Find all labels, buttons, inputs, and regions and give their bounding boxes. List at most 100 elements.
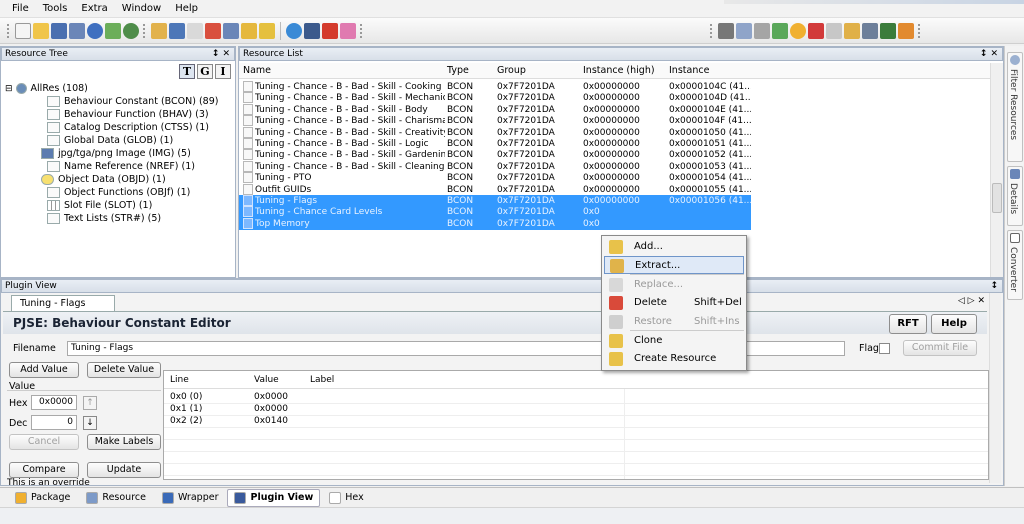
help-button[interactable]: Help: [931, 314, 977, 334]
resource-row[interactable]: Tuning - Chance - B - Bad - Skill - Mech…: [239, 92, 751, 104]
clone-icon[interactable]: [223, 22, 239, 39]
tab-filter-resources[interactable]: Filter Resources: [1007, 52, 1023, 162]
panel-pin-close-controls[interactable]: ↕ ✕: [212, 48, 234, 60]
context-menu-item-replace[interactable]: Replace...: [604, 276, 744, 294]
smiley-icon[interactable]: [790, 22, 806, 39]
collapse-icon[interactable]: ⊟: [5, 84, 13, 94]
toolbar-grip[interactable]: [143, 23, 147, 38]
toolbar-grip[interactable]: [918, 23, 922, 38]
tree-node[interactable]: Behaviour Constant (BCON) (89): [47, 96, 218, 107]
delete-value-button[interactable]: Delete Value: [87, 362, 161, 378]
save-icon[interactable]: [51, 22, 67, 39]
grid-row[interactable]: 0x2 (2) 0x0140: [164, 415, 988, 427]
resource-row[interactable]: Tuning - Flags BCON 0x7F7201DA 0x00000000 0x…: [239, 195, 751, 207]
compare-icon[interactable]: [754, 22, 770, 39]
rft-button[interactable]: RFT: [889, 314, 927, 334]
make-labels-button[interactable]: Make Labels: [87, 434, 161, 450]
context-menu-item-clone[interactable]: Clone: [604, 332, 744, 350]
gear-icon[interactable]: [123, 22, 139, 39]
delete-icon[interactable]: [205, 22, 221, 39]
users-icon[interactable]: [880, 22, 896, 39]
menu-extra[interactable]: Extra: [75, 3, 115, 14]
context-menu-item-add[interactable]: Add...: [604, 238, 744, 256]
tab-nav-controls[interactable]: ◁ ▷ ✕: [958, 296, 985, 306]
eraser-icon[interactable]: [340, 22, 356, 39]
column-group[interactable]: Group: [497, 65, 526, 76]
resource-row[interactable]: Tuning - Chance - B - Bad - Skill - Crea…: [239, 126, 751, 139]
edit-icon[interactable]: [241, 22, 257, 39]
column-name[interactable]: Name: [243, 65, 271, 76]
instance-toggle-button[interactable]: I: [215, 64, 231, 79]
tree-node[interactable]: Global Data (GLOB) (1): [47, 135, 173, 146]
cut-icon[interactable]: [826, 22, 842, 39]
open-folder-icon[interactable]: [33, 22, 49, 39]
view-icon[interactable]: [187, 22, 203, 39]
grid-column-line[interactable]: Line: [170, 375, 189, 385]
add-value-button[interactable]: Add Value: [9, 362, 79, 378]
tree-node[interactable]: Object Functions (OBJf) (1): [47, 187, 190, 198]
resource-list-scrollbar[interactable]: [990, 63, 1003, 277]
menu-tools[interactable]: Tools: [37, 3, 76, 14]
resource-row[interactable]: Tuning - Chance Card Levels BCON 0x7F7201D…: [239, 206, 751, 219]
tree-node[interactable]: Slot File (SLOT) (1): [47, 200, 152, 211]
tree-node[interactable]: jpg/tga/png Image (IMG) (5): [41, 148, 191, 159]
new-icon[interactable]: [15, 22, 31, 39]
tab-details[interactable]: Details: [1007, 166, 1023, 226]
grid-row[interactable]: 0x0 (0) 0x0000: [164, 391, 988, 403]
hex-input[interactable]: 0x0000: [31, 395, 77, 410]
import-icon[interactable]: [151, 22, 167, 39]
column-type[interactable]: Type: [447, 65, 469, 76]
resource-row[interactable]: Tuning - Chance - B - Bad - Skill - Char…: [239, 115, 751, 127]
compare-button[interactable]: Compare: [9, 462, 79, 478]
document-icon[interactable]: [736, 22, 752, 39]
context-menu-item-create-resource[interactable]: Create Resource: [604, 350, 744, 368]
flag-checkbox[interactable]: [879, 343, 890, 354]
document-tab-tuning-flags[interactable]: Tuning - Flags: [11, 295, 115, 311]
plugin-view-scrollbar[interactable]: [989, 293, 1001, 483]
resource-row[interactable]: Tuning - PTO BCON 0x7F7201DA 0x00000000 0x00…: [239, 172, 751, 184]
image-icon[interactable]: [862, 22, 878, 39]
note-icon[interactable]: [259, 22, 275, 39]
panel-pin-close-controls[interactable]: ↕ ✕: [980, 48, 1002, 60]
dec-down-icon[interactable]: ↓: [83, 416, 97, 430]
context-menu-item-restore[interactable]: Restore Shift+Ins: [604, 313, 744, 331]
toolbar-grip[interactable]: [710, 23, 714, 38]
toolbar-grip[interactable]: [360, 23, 364, 38]
tab-converter[interactable]: Converter: [1007, 230, 1023, 300]
bottom-tab-wrapper[interactable]: Wrapper: [155, 489, 226, 507]
grid-column-value[interactable]: Value: [254, 375, 279, 385]
column-instance-high[interactable]: Instance (high): [583, 65, 655, 76]
hex-up-icon[interactable]: ↑: [83, 396, 97, 410]
commit-file-button[interactable]: Commit File: [903, 340, 977, 356]
grid-column-label[interactable]: Label: [310, 375, 334, 385]
tree-node-allres[interactable]: ⊟ AllRes (108): [5, 83, 88, 94]
resource-row[interactable]: Tuning - Chance - B - Bad - Skill - Body…: [239, 103, 751, 116]
tree-node[interactable]: Behaviour Function (BHAV) (3): [47, 109, 209, 120]
globe-icon[interactable]: [87, 22, 103, 39]
tree-node[interactable]: Catalog Description (CTSS) (1): [47, 122, 209, 133]
type-toggle-button[interactable]: T: [179, 64, 195, 79]
update-button[interactable]: Update: [87, 462, 161, 478]
export-icon[interactable]: [169, 22, 185, 39]
paste-icon[interactable]: [844, 22, 860, 39]
bottom-tab-plugin-view[interactable]: Plugin View: [227, 488, 321, 507]
context-menu-item-delete[interactable]: Delete Shift+Del: [604, 294, 744, 312]
refresh-icon[interactable]: [286, 22, 302, 39]
context-menu-item-extract[interactable]: Extract...: [604, 256, 744, 274]
resource-row[interactable]: Tuning - Chance - B - Bad - Skill - Clea…: [239, 160, 751, 173]
bottom-tab-resource[interactable]: Resource: [79, 489, 153, 507]
tree-node[interactable]: Name Reference (NREF) (1): [47, 161, 195, 172]
menu-file[interactable]: File: [6, 3, 37, 14]
toolbar-grip[interactable]: [7, 23, 11, 38]
tree-node[interactable]: Object Data (OBJD) (1): [41, 174, 166, 185]
bottom-tab-package[interactable]: Package: [8, 489, 77, 507]
sims-icon[interactable]: [898, 22, 914, 39]
bottom-tab-hex[interactable]: Hex: [322, 489, 370, 507]
resource-row[interactable]: Tuning - Chance - B - Bad - Skill - Gard…: [239, 149, 751, 161]
menu-window[interactable]: Window: [116, 3, 169, 14]
puzzle-icon[interactable]: [772, 22, 788, 39]
package-icon[interactable]: [718, 22, 734, 39]
cancel-button[interactable]: Cancel: [9, 434, 79, 450]
save-as-icon[interactable]: [69, 22, 85, 39]
red-bar-icon[interactable]: [808, 22, 824, 39]
